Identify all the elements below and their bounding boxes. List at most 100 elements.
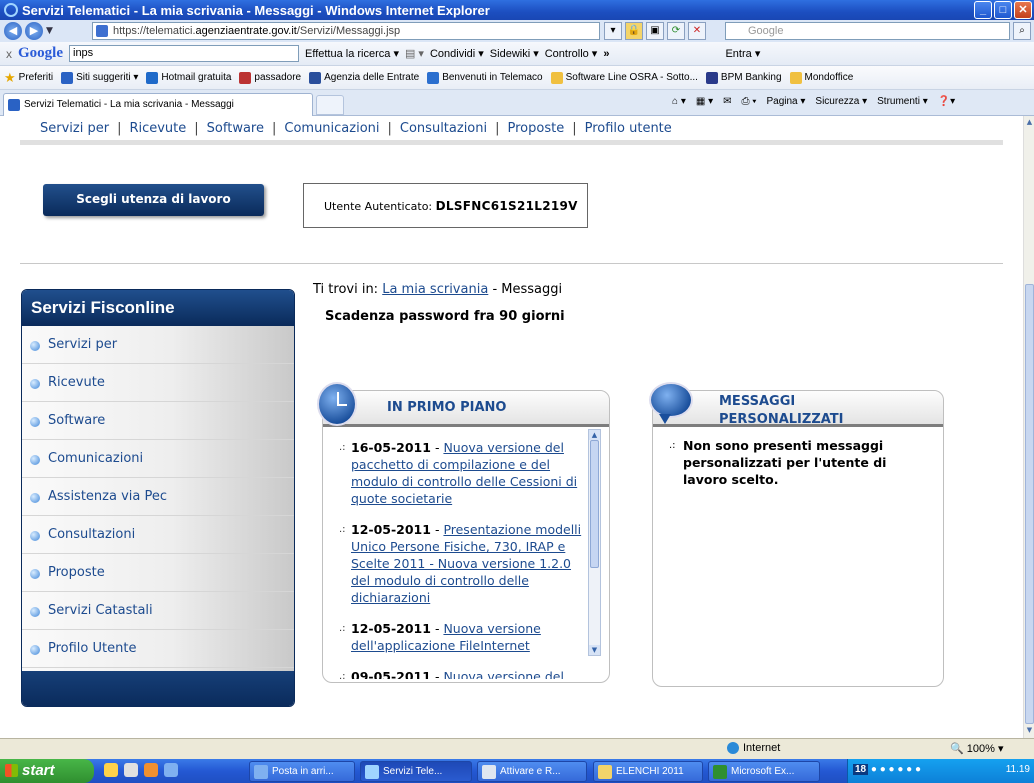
sidebar-item-software[interactable]: Software <box>22 402 294 440</box>
page-menu[interactable]: Pagina ▾ <box>766 96 805 107</box>
favorites-button[interactable]: ★ Preferiti <box>4 70 53 86</box>
sidebar-item-comunicazioni[interactable]: Comunicazioni <box>22 440 294 478</box>
task-label: Servizi Tele... <box>383 766 443 777</box>
quick-launch <box>104 763 178 777</box>
signin-button[interactable]: Entra ▾ <box>725 47 760 60</box>
stop-icon[interactable]: ✕ <box>688 22 706 40</box>
zoom-control[interactable]: 🔍 100% ▾ <box>950 742 1003 755</box>
topnav-ricevute[interactable]: Ricevute <box>129 121 186 136</box>
start-button[interactable]: start <box>0 759 94 783</box>
sidebar-item-profilo-utente[interactable]: Profilo Utente <box>22 630 294 668</box>
topnav-consultazioni[interactable]: Consultazioni <box>400 121 487 136</box>
news-list: .: 16-05-2011 - Nuova versione del pacche… <box>331 439 593 679</box>
security-zone[interactable]: Internet <box>727 742 780 754</box>
window-titlebar: Servizi Telematici - La mia scrivania - … <box>0 0 1034 20</box>
close-button[interactable]: ✕ <box>1014 1 1032 19</box>
ie-icon[interactable] <box>164 763 178 777</box>
topnav-proposte[interactable]: Proposte <box>508 121 565 136</box>
quicklaunch-icon[interactable] <box>104 763 118 777</box>
firefox-icon[interactable] <box>144 763 158 777</box>
google-search-button[interactable]: Effettua la ricerca ▾ <box>305 47 399 60</box>
fav-suggested-sites[interactable]: Siti suggeriti ▾ <box>61 71 138 84</box>
new-tab-button[interactable] <box>316 95 344 115</box>
mail-icon[interactable]: ✉ <box>723 96 731 107</box>
primo-piano-box: IN PRIMO PIANO .: 16-05-2011 - Nuova vers… <box>317 382 610 683</box>
toolbar-close-icon[interactable]: x <box>6 47 12 61</box>
history-dropdown-icon[interactable]: ▼ <box>46 26 53 36</box>
url-dropdown-icon[interactable]: ▾ <box>604 22 622 40</box>
news-date: 12-05-2011 <box>351 522 431 537</box>
sidebar-item-assistenza-pec[interactable]: Assistenza via Pec <box>22 478 294 516</box>
task-elenchi[interactable]: ELENCHI 2011 <box>593 761 703 782</box>
address-bar: ◀ ▶ ▼ https://telematici.agenziaentrate.… <box>0 20 1034 42</box>
scegli-utenza-button[interactable]: Scegli utenza di lavoro <box>43 184 264 216</box>
scroll-up-icon[interactable]: ▲ <box>1025 118 1034 128</box>
compat-view-icon[interactable]: ▣ <box>646 22 664 40</box>
sidebar-item-label: Consultazioni <box>48 527 136 542</box>
utente-code: DLSFNC61S21L219V <box>435 199 578 213</box>
fav-label: Mondoffice <box>804 72 854 83</box>
sidebar-item-servizi-catastali[interactable]: Servizi Catastali <box>22 592 294 630</box>
news-date: 16-05-2011 <box>351 440 431 455</box>
home-icon[interactable]: ⌂ ▾ <box>672 96 686 107</box>
fav-telemaco[interactable]: Benvenuti in Telemaco <box>427 71 543 84</box>
fav-mondoffice[interactable]: Mondoffice <box>789 71 854 84</box>
news-link[interactable]: Nuova versione del <box>443 669 564 679</box>
scroll-up-icon[interactable]: ▲ <box>589 430 600 440</box>
back-button[interactable]: ◀ <box>4 22 22 40</box>
topnav-servizi-per[interactable]: Servizi per <box>40 121 109 136</box>
sidebar-item-label: Servizi Catastali <box>48 603 153 618</box>
bpm-icon <box>705 71 718 84</box>
print-icon[interactable]: ⎙ ▾ <box>741 96 756 107</box>
scroll-down-icon[interactable]: ▼ <box>1025 726 1034 736</box>
lock-icon[interactable]: 🔒 <box>625 22 643 40</box>
fav-agenzia-entrate[interactable]: Agenzia delle Entrate <box>309 71 419 84</box>
url-input[interactable]: https://telematici.agenziaentrate.gov.it… <box>92 22 600 40</box>
news-scrollbar[interactable]: ▲ ▼ <box>588 429 601 656</box>
fav-bpm-banking[interactable]: BPM Banking <box>705 71 782 84</box>
security-menu[interactable]: Sicurezza ▾ <box>815 96 867 107</box>
task-posta[interactable]: Posta in arri... <box>249 761 355 782</box>
google-toolbar: x Google inps Effettua la ricerca ▾ ▤ ▾ … <box>0 42 1034 66</box>
news-item: .: 12-05-2011 - Presentazione modelli Uni… <box>339 522 582 605</box>
scroll-thumb[interactable] <box>590 440 599 568</box>
task-attivare[interactable]: Attivare e R... <box>477 761 587 782</box>
topnav-software[interactable]: Software <box>207 121 264 136</box>
sidebar-item-proposte[interactable]: Proposte <box>22 554 294 592</box>
breadcrumb-link[interactable]: La mia scrivania <box>382 282 488 297</box>
fav-hotmail[interactable]: Hotmail gratuita <box>146 71 231 84</box>
help-icon[interactable]: ❓▾ <box>938 96 955 107</box>
sidebar-item-consultazioni[interactable]: Consultazioni <box>22 516 294 554</box>
sidebar-item-servizi-per[interactable]: Servizi per <box>22 326 294 364</box>
maximize-button[interactable]: □ <box>994 1 1012 19</box>
fav-software-line[interactable]: Software Line OSRA - Sotto... <box>550 71 698 84</box>
google-search-input[interactable]: inps <box>69 45 299 62</box>
controllo-button[interactable]: Controllo ▾ <box>545 47 598 60</box>
fav-passadore[interactable]: passadore <box>239 71 301 84</box>
more-button[interactable]: » <box>603 48 609 60</box>
refresh-icon[interactable]: ⟳ <box>667 22 685 40</box>
tools-menu[interactable]: Strumenti ▾ <box>877 96 928 107</box>
minimize-button[interactable]: _ <box>974 1 992 19</box>
search-input[interactable]: Google <box>725 22 1010 40</box>
forward-button[interactable]: ▶ <box>25 22 43 40</box>
task-excel[interactable]: Microsoft Ex... <box>708 761 820 782</box>
quicklaunch-icon[interactable] <box>124 763 138 777</box>
tray-icons[interactable]: ● ● ● ● ● ● <box>871 764 921 775</box>
page-scrollbar[interactable]: ▲ ▼ <box>1023 116 1034 738</box>
screen: Servizi Telematici - La mia scrivania - … <box>0 0 1034 783</box>
sidebar-item-ricevute[interactable]: Ricevute <box>22 364 294 402</box>
task-servizi-tele[interactable]: Servizi Tele... <box>360 761 472 782</box>
folder-icon <box>598 765 612 779</box>
feeds-icon[interactable]: ▦ ▾ <box>696 96 713 107</box>
tray-badge[interactable]: 18 <box>853 764 869 775</box>
scroll-thumb[interactable] <box>1025 284 1034 724</box>
scroll-down-icon[interactable]: ▼ <box>589 645 600 655</box>
topnav-profilo-utente[interactable]: Profilo utente <box>585 121 672 136</box>
share-button[interactable]: Condividi ▾ <box>430 47 484 60</box>
sidewiki-button[interactable]: Sidewiki ▾ <box>490 47 539 60</box>
tab-servizi-telematici[interactable]: Servizi Telematici - La mia scrivania - … <box>3 93 313 116</box>
search-icon[interactable]: ⌕ <box>1013 22 1031 40</box>
topnav-comunicazioni[interactable]: Comunicazioni <box>284 121 379 136</box>
fav-label: Software Line OSRA - Sotto... <box>565 72 698 83</box>
